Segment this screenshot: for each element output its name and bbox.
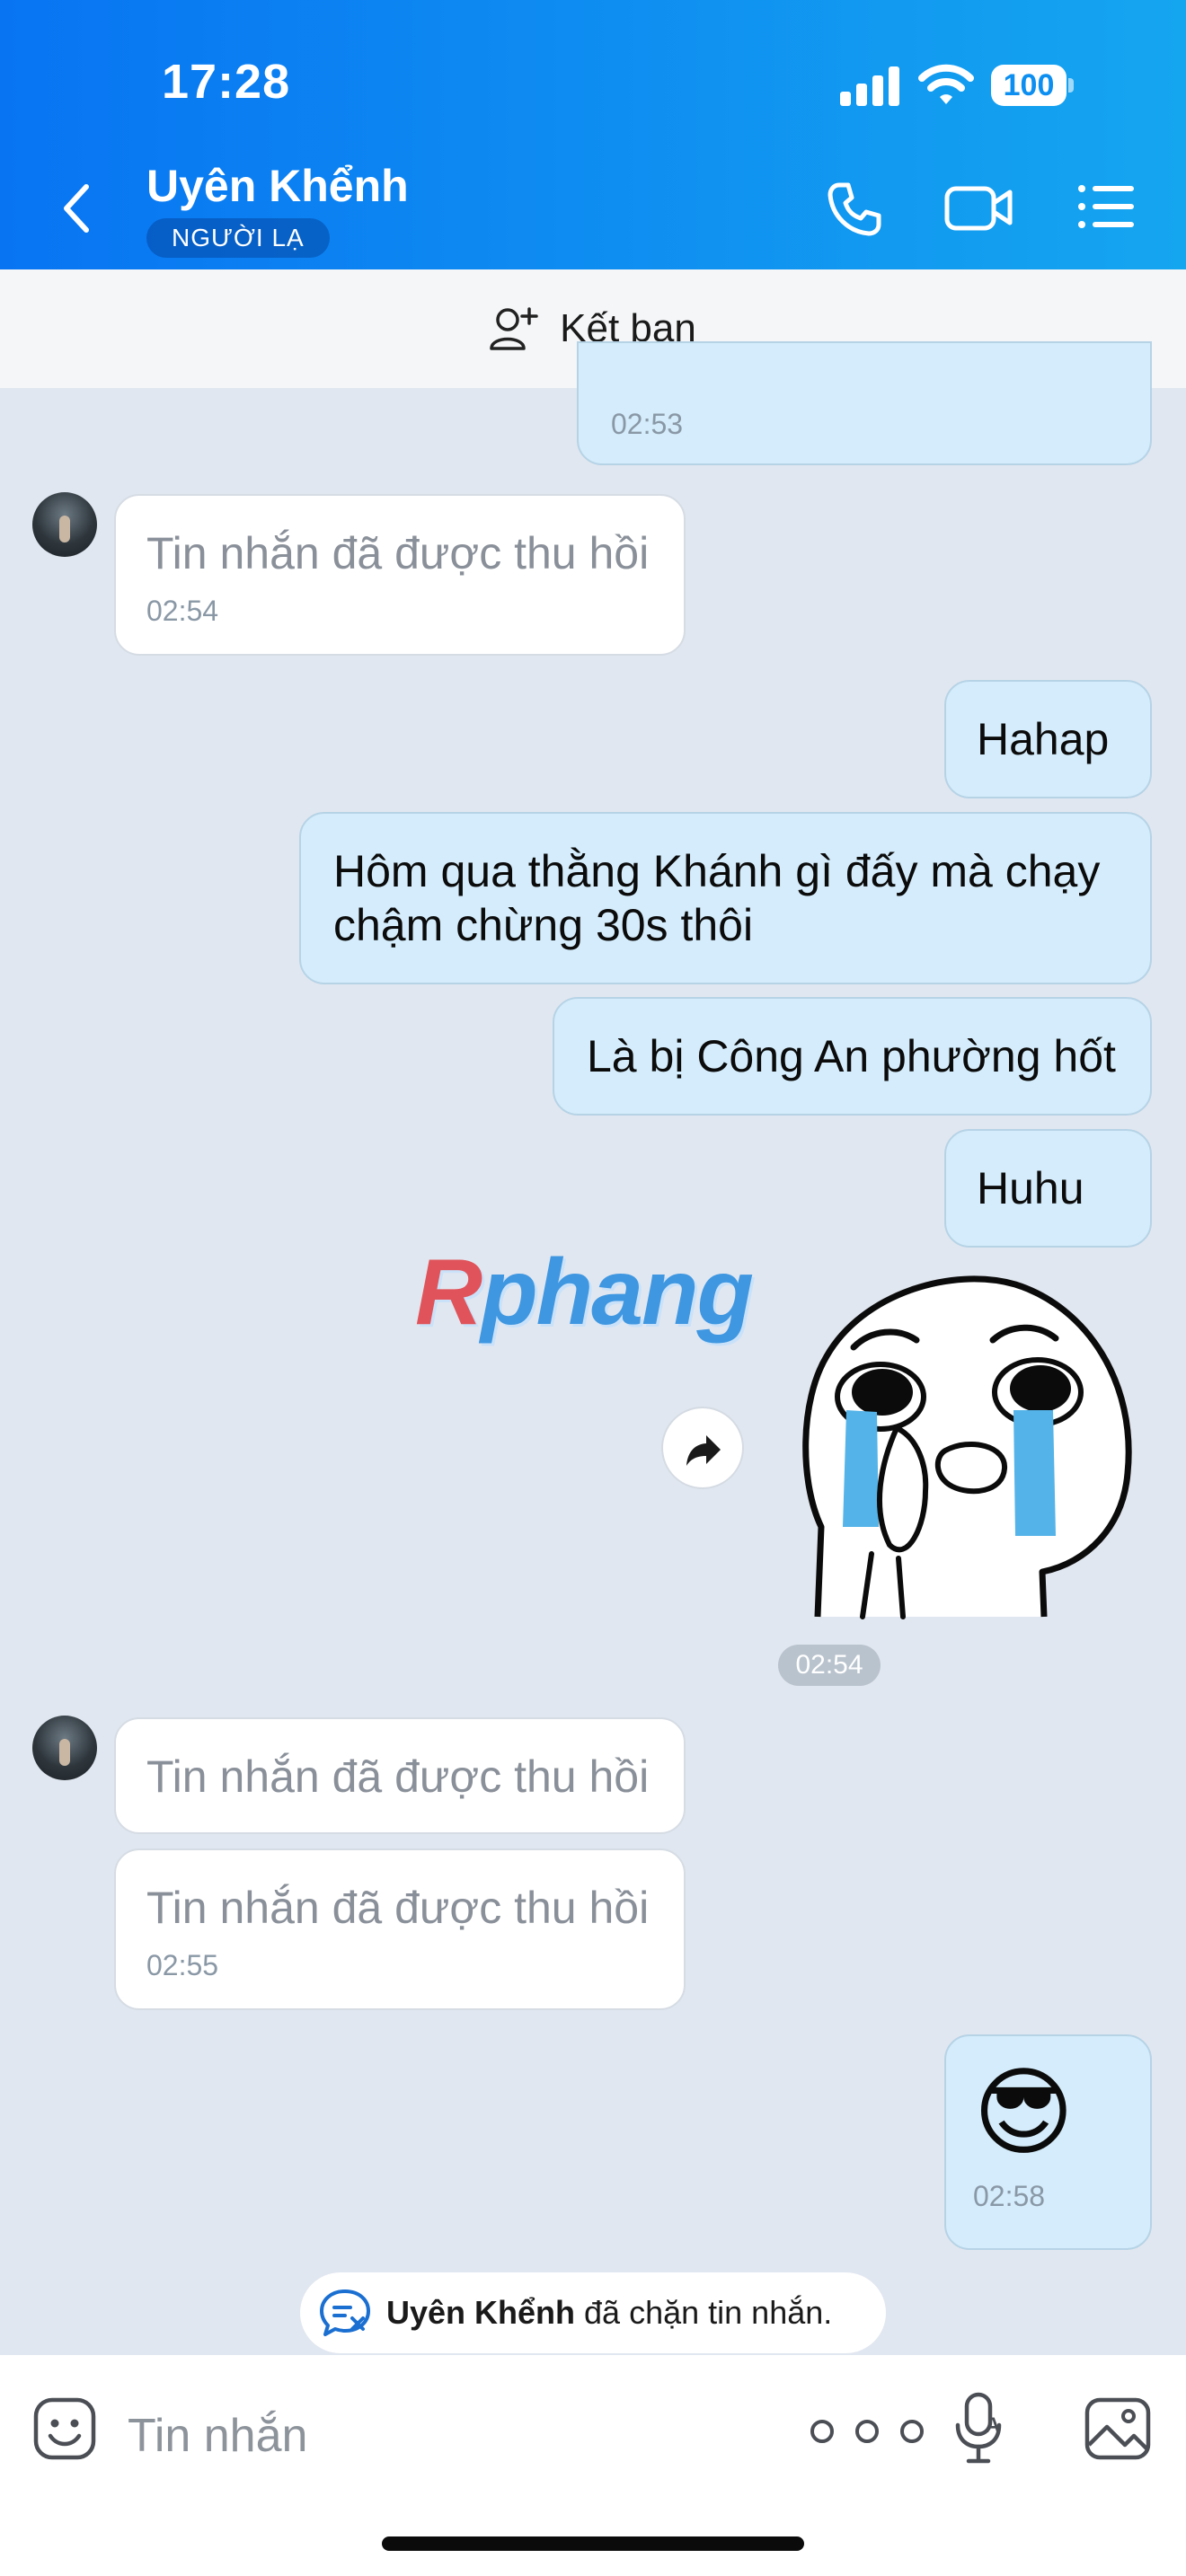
forward-arrow-icon [686,1435,721,1466]
message-bubble-outgoing[interactable]: Là bị Công An phường hốt [553,997,1152,1116]
battery-indicator: 100 [991,65,1074,106]
add-friend-icon [490,307,538,350]
blocked-notice-name: Uyên Khểnh [386,2294,576,2331]
recalled-message-text: Tin nhắn đã được thu hồi [146,1883,650,1933]
chat-header: 17:28 100 Uyên Khểnh NGƯỜI LẠ [0,0,1186,269]
watermark-logo: Rphang [415,1240,754,1345]
more-options-icon[interactable] [807,2418,927,2445]
sticker-time: 02:54 [778,1645,881,1686]
crying-sticker[interactable] [791,1257,1141,1635]
message-time: 02:53 [611,408,684,440]
message-bubble-outgoing[interactable]: Hôm qua thằng Khánh gì đấy mà chạy chậm … [299,812,1152,984]
menu-list-icon[interactable] [1076,180,1136,234]
message-text: Là bị Công An phường hốt [587,1031,1116,1081]
emoji-sticker-icon[interactable] [32,2396,97,2461]
message-text-line-1: Hôm qua thằng Khánh gì đấy mà chạy [333,846,1101,896]
battery-level: 100 [991,65,1067,106]
stranger-badge: NGƯỜI LẠ [146,218,330,258]
status-time: 17:28 [162,55,291,109]
message-time: 02:58 [973,2180,1046,2212]
blocked-notice: Uyên Khểnh đã chặn tin nhắn. [300,2272,886,2353]
message-bubble-outgoing[interactable]: 02:53 [577,341,1152,465]
forward-button[interactable] [661,1407,744,1489]
contact-avatar[interactable] [32,492,97,557]
voice-input-icon[interactable]: A [952,2391,1006,2466]
contact-name[interactable]: Uyên Khểnh [146,160,409,212]
message-bubble-outgoing[interactable]: Huhu [944,1129,1152,1248]
contact-avatar[interactable] [32,1716,97,1780]
message-text: Huhu [977,1163,1084,1213]
recalled-message-text: Tin nhắn đã được thu hồi [146,1751,650,1802]
sunglasses-emoji: 😎 [973,2057,1075,2169]
message-text: Hahap [977,714,1110,764]
phone-call-icon[interactable] [825,180,884,239]
message-bubble-outgoing[interactable]: Hahap [944,680,1152,798]
message-input[interactable] [126,2391,701,2481]
message-time: 02:54 [146,595,219,627]
svg-text:A: A [985,2413,1000,2438]
home-indicator[interactable] [382,2536,804,2551]
blocked-notice-text: đã chặn tin nhắn. [575,2294,833,2331]
blocked-chat-icon [320,2289,370,2336]
message-bubble-incoming[interactable]: Tin nhắn đã được thu hồi [114,1717,686,1834]
back-button[interactable] [54,180,101,237]
recalled-message-text: Tin nhắn đã được thu hồi [146,528,650,578]
message-bubble-incoming[interactable]: Tin nhắn đã được thu hồi 02:55 [114,1848,686,2010]
video-call-icon[interactable] [943,180,1015,235]
cellular-signal-icon [840,66,899,106]
message-bubble-outgoing[interactable]: 😎 02:58 [944,2034,1152,2250]
message-text-line-2: chậm chừng 30s thôi [333,900,754,950]
message-bubble-incoming[interactable]: Tin nhắn đã được thu hồi 02:54 [114,494,686,656]
message-time: 02:55 [146,1949,219,1981]
photo-gallery-icon[interactable] [1084,2396,1152,2461]
wifi-icon [918,64,974,104]
composer-bar: A [0,2355,1186,2576]
